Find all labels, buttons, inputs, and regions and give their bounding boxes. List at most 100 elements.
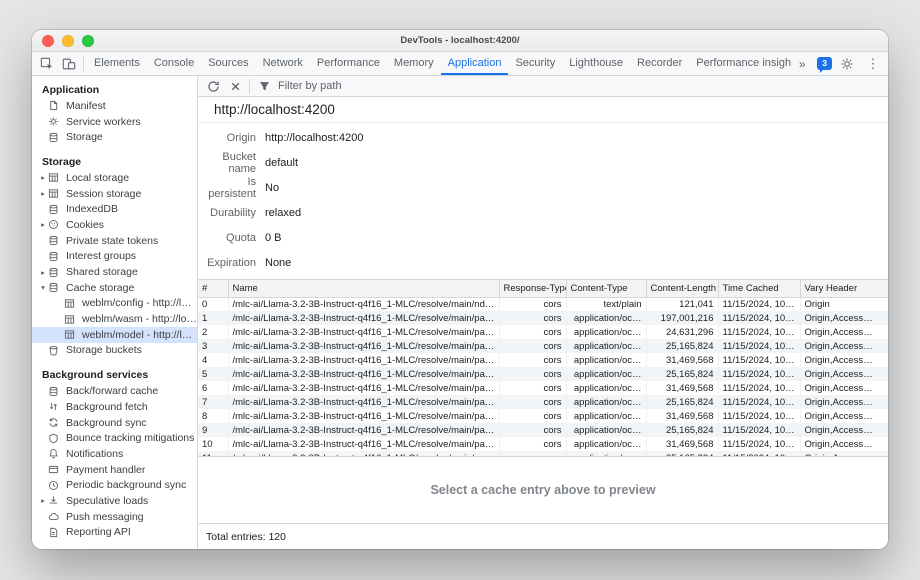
sidebar-item-label: Storage buckets (66, 344, 142, 356)
sidebar-item-shared-storage[interactable]: ▸Shared storage (32, 264, 197, 280)
column-header-content-length[interactable]: Content-Length (646, 280, 718, 297)
sidebar-item-push-messaging[interactable]: Push messaging (32, 509, 197, 525)
sidebar-item-reporting-api[interactable]: Reporting API (32, 525, 197, 541)
sidebar-item-indexeddb[interactable]: IndexedDB (32, 201, 197, 217)
sidebar-item-weblm-config-http-loc[interactable]: weblm/config - http://loc… (32, 296, 197, 312)
expander-collapsed-icon[interactable]: ▸ (38, 220, 48, 229)
console-message-count-badge[interactable]: 3 (817, 57, 832, 70)
sidebar-item-back-forward-cache[interactable]: Back/forward cache (32, 383, 197, 399)
tab-security[interactable]: Security (508, 52, 562, 75)
expander-collapsed-icon[interactable]: ▸ (38, 496, 48, 505)
tab-network[interactable]: Network (256, 52, 310, 75)
cache-entry-row-1[interactable]: 1/mlc-ai/Llama-3.2-3B-Instruct-q4f16_1-M… (198, 311, 888, 325)
refresh-icon[interactable] (202, 76, 224, 96)
expander-expanded-icon[interactable]: ▾ (38, 283, 48, 292)
cache-entry-row-6[interactable]: 6/mlc-ai/Llama-3.2-3B-Instruct-q4f16_1-M… (198, 381, 888, 395)
cell-content-type: application/oc… (566, 423, 646, 437)
column-header-name[interactable]: Name (228, 280, 499, 297)
sidebar-item-bounce-tracking-mitigations[interactable]: Bounce tracking mitigations (32, 430, 197, 446)
sidebar-item-label: Manifest (66, 100, 106, 112)
traffic-lights (42, 35, 94, 47)
cell-vary-header: Origin,Access… (800, 339, 888, 353)
metadata-value: 0 B (265, 232, 282, 244)
cell-time-cached: 11/15/2024, 10… (718, 339, 800, 353)
tab-label: Application (448, 57, 502, 69)
sidebar-item-notifications[interactable]: Notifications (32, 446, 197, 462)
device-toolbar-icon[interactable] (58, 54, 80, 74)
more-options-icon[interactable]: ⋮ (862, 54, 884, 74)
cell-num: 2 (198, 325, 228, 339)
sidebar-item-speculative-loads[interactable]: ▸ Speculative loads (32, 493, 197, 509)
filter-funnel-icon[interactable] (253, 76, 275, 96)
tab-sources[interactable]: Sources (201, 52, 255, 75)
sidebar-item-interest-groups[interactable]: Interest groups (32, 249, 197, 265)
column-header-content-type[interactable]: Content-Type (566, 280, 646, 297)
window-title: DevTools - localhost:4200/ (400, 35, 519, 46)
tab-performance-insights[interactable]: Performance insights (689, 52, 791, 75)
tab-label: Lighthouse (569, 57, 623, 69)
cache-entry-row-7[interactable]: 7/mlc-ai/Llama-3.2-3B-Instruct-q4f16_1-M… (198, 395, 888, 409)
sidebar-item-label: Cache storage (66, 282, 134, 294)
more-tabs-button[interactable]: » (791, 54, 813, 74)
cache-entry-row-3[interactable]: 3/mlc-ai/Llama-3.2-3B-Instruct-q4f16_1-M… (198, 339, 888, 353)
tab-console[interactable]: Console (147, 52, 201, 75)
cell-content-type: application/oc… (566, 353, 646, 367)
sidebar-item-weblm-model-http-loc[interactable]: weblm/model - http://loc… (32, 327, 197, 343)
titlebar[interactable]: DevTools - localhost:4200/ (32, 30, 888, 52)
tab-application[interactable]: Application (441, 52, 509, 75)
sidebar-item-private-state-tokens[interactable]: Private state tokens (32, 233, 197, 249)
cache-entry-row-2[interactable]: 2/mlc-ai/Llama-3.2-3B-Instruct-q4f16_1-M… (198, 325, 888, 339)
sidebar-item-periodic-background-sync[interactable]: Periodic background sync (32, 477, 197, 493)
expander-collapsed-icon[interactable]: ▸ (38, 189, 48, 198)
minimize-window-button[interactable] (62, 35, 74, 47)
cell-name: /mlc-ai/Llama-3.2-3B-Instruct-q4f16_1-ML… (228, 353, 499, 367)
sidebar-item-label: Speculative loads (66, 495, 148, 507)
column-header-time-cached[interactable]: Time Cached (718, 280, 800, 297)
column-header-response-type[interactable]: Response-Type (499, 280, 566, 297)
cell-content-length: 31,469,568 (646, 381, 718, 395)
sidebar-item-background-fetch[interactable]: Background fetch (32, 399, 197, 415)
shield-icon (48, 433, 62, 444)
tab-memory[interactable]: Memory (387, 52, 441, 75)
sidebar-item-storage[interactable]: Storage (32, 129, 197, 145)
cache-entry-row-4[interactable]: 4/mlc-ai/Llama-3.2-3B-Instruct-q4f16_1-M… (198, 353, 888, 367)
sidebar-item-cache-storage[interactable]: ▾ Cache storage (32, 280, 197, 296)
cell-num: 8 (198, 409, 228, 423)
sidebar-item-manifest[interactable]: Manifest (32, 98, 197, 114)
tab-label: Performance insights (696, 57, 791, 69)
tab-recorder[interactable]: Recorder (630, 52, 689, 75)
tab-performance[interactable]: Performance (310, 52, 387, 75)
zoom-window-button[interactable] (82, 35, 94, 47)
delete-selected-icon[interactable] (224, 76, 246, 96)
sidebar-item-payment-handler[interactable]: Payment handler (32, 462, 197, 478)
settings-gear-icon[interactable] (836, 54, 858, 74)
sidebar-item-service-workers[interactable]: Service workers (32, 114, 197, 130)
cache-entry-row-8[interactable]: 8/mlc-ai/Llama-3.2-3B-Instruct-q4f16_1-M… (198, 409, 888, 423)
cell-time-cached: 11/15/2024, 10… (718, 353, 800, 367)
filter-by-path-input[interactable]: Filter by path (278, 80, 342, 92)
tab-lighthouse[interactable]: Lighthouse (562, 52, 630, 75)
expander-collapsed-icon[interactable]: ▸ (38, 173, 48, 182)
column-header-num[interactable]: # (198, 280, 228, 297)
sidebar-item-label: Storage (66, 131, 103, 143)
sidebar-item-label: weblm/model - http://loc… (82, 329, 197, 341)
fetch-icon (48, 401, 62, 412)
sidebar-item-weblm-wasm-http-loca[interactable]: weblm/wasm - http://loca… (32, 311, 197, 327)
sidebar-item-session-storage[interactable]: ▸Session storage (32, 186, 197, 202)
sidebar-item-local-storage[interactable]: ▸Local storage (32, 170, 197, 186)
column-header-vary-header[interactable]: Vary Header (800, 280, 888, 297)
sidebar-item-storage-buckets[interactable]: Storage buckets (32, 343, 197, 359)
inspect-element-icon[interactable] (36, 54, 58, 74)
expander-collapsed-icon[interactable]: ▸ (38, 268, 48, 277)
cache-entry-row-0[interactable]: 0/mlc-ai/Llama-3.2-3B-Instruct-q4f16_1-M… (198, 297, 888, 311)
close-window-button[interactable] (42, 35, 54, 47)
sidebar-item-label: weblm/config - http://loc… (82, 297, 197, 309)
sidebar-item-background-sync[interactable]: Background sync (32, 415, 197, 431)
sidebar-item-cookies[interactable]: ▸Cookies (32, 217, 197, 233)
cache-entry-row-9[interactable]: 9/mlc-ai/Llama-3.2-3B-Instruct-q4f16_1-M… (198, 423, 888, 437)
cache-entry-row-10[interactable]: 10/mlc-ai/Llama-3.2-3B-Instruct-q4f16_1-… (198, 437, 888, 451)
document-icon (48, 100, 62, 111)
tab-elements[interactable]: Elements (87, 52, 147, 75)
cache-entry-row-5[interactable]: 5/mlc-ai/Llama-3.2-3B-Instruct-q4f16_1-M… (198, 367, 888, 381)
cell-vary-header: Origin,Access… (800, 409, 888, 423)
